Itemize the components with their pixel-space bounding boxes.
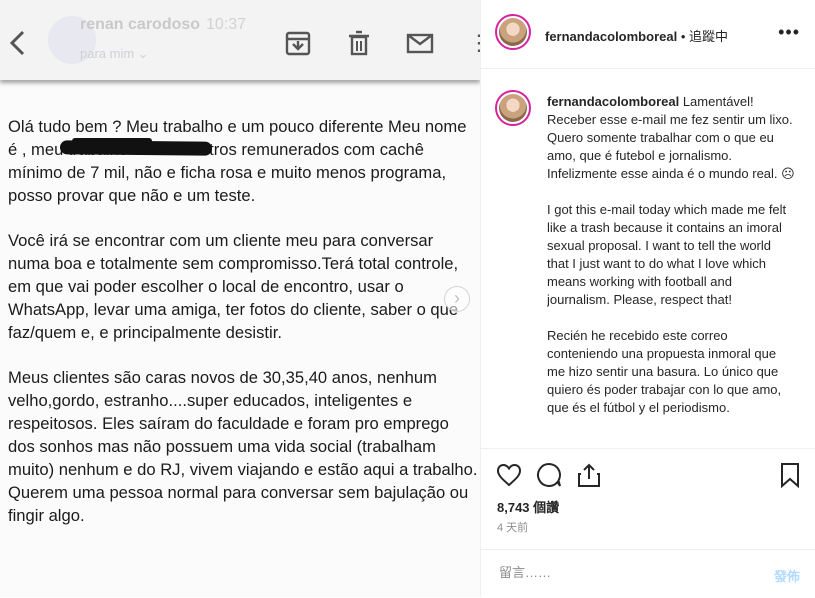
post-comment-button[interactable]: 發佈	[774, 566, 800, 585]
email-header: renan carodoso 10:37 para mim ⌄ ⋮	[0, 0, 480, 80]
caption-text: I got this e-mail today which made me fe…	[547, 202, 787, 307]
heart-icon[interactable]	[495, 461, 523, 489]
post-timestamp[interactable]: 4 天前	[497, 519, 528, 535]
email-paragraph: Olá tudo bem ? Meu trabalho e um pouco d…	[8, 117, 467, 205]
comment-input[interactable]	[497, 564, 741, 581]
caption-username[interactable]: fernandacolomboreal	[547, 94, 679, 109]
post-header: fernandacolomboreal • 追蹤中 •••	[481, 0, 815, 69]
more-options-icon[interactable]: •••	[778, 22, 800, 43]
share-icon[interactable]	[575, 461, 603, 489]
caption: fernandacolomboreal Lamentável! Receber …	[547, 93, 795, 442]
email-body: Olá tudo bem ? Meu trabalho e um pouco d…	[8, 115, 478, 549]
comment-icon[interactable]	[535, 461, 563, 489]
email-paragraph: Você irá se encontrar com um cliente meu…	[8, 231, 459, 342]
back-icon	[9, 30, 25, 56]
bookmark-icon[interactable]	[776, 461, 804, 489]
post-username[interactable]: fernandacolomboreal • 追蹤中	[545, 26, 728, 45]
post-actions: 8,743 個讚 4 天前 發佈	[481, 448, 815, 597]
avatar[interactable]	[495, 14, 531, 50]
archive-icon	[285, 31, 311, 56]
email-paragraph: Meus clientes são caras novos de 30,35,4…	[8, 368, 478, 525]
redaction-scribble	[72, 138, 152, 144]
post-panel: fernandacolomboreal • 追蹤中 ••• fernandaco…	[480, 0, 815, 597]
recipient-line: para mim ⌄	[80, 46, 149, 61]
next-image-button[interactable]: ›	[444, 286, 470, 312]
caption-text: Recién he recebido este correo contenien…	[547, 328, 782, 415]
likes-count[interactable]: 8,743 個讚	[497, 497, 559, 516]
caption-avatar[interactable]	[495, 90, 531, 126]
follow-status[interactable]: • 追蹤中	[677, 29, 728, 44]
comment-bar: 發佈	[481, 549, 815, 598]
post-photo: renan carodoso 10:37 para mim ⌄ ⋮ Olá tud…	[0, 0, 480, 597]
trash-icon	[349, 30, 369, 56]
sender-name: renan carodoso 10:37	[80, 16, 247, 33]
mail-icon	[406, 33, 434, 54]
more-icon: ⋮	[468, 30, 480, 55]
